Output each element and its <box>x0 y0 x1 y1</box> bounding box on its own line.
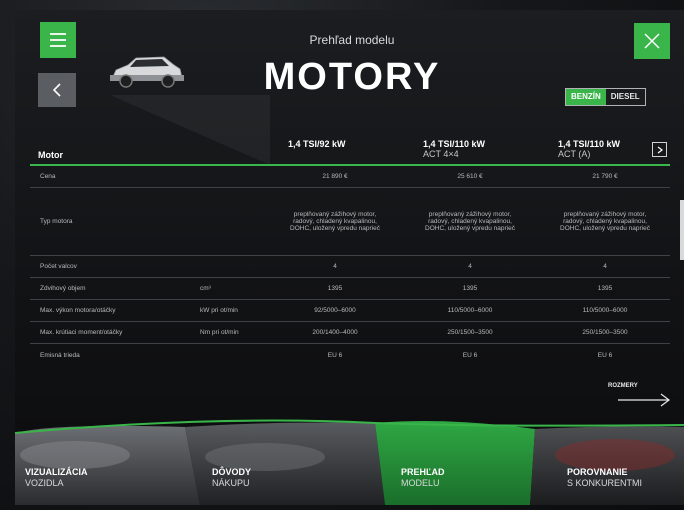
rozmery-link[interactable]: ROZMERY <box>608 383 638 389</box>
nav-dovody[interactable]: DÔVODY NÁKUPU <box>212 467 251 488</box>
next-engines-button[interactable] <box>652 142 667 157</box>
app-screen: Prehľad modelu MOTORY BENZÍN DIESEL Moto… <box>0 0 684 510</box>
scrollbar-thumb[interactable] <box>680 200 684 260</box>
fuel-benzin-tab[interactable]: BENZÍN <box>566 89 606 105</box>
fuel-diesel-tab[interactable]: DIESEL <box>605 89 645 105</box>
column-label-motor: Motor <box>38 150 63 160</box>
engine-table: Motor 1,4 TSI/92 kW 1,4 TSI/110 kW ACT 4… <box>30 136 670 366</box>
nav-vizualizacia[interactable]: VIZUALIZÁCIA VOZIDLA <box>25 467 88 488</box>
nav-background <box>15 419 684 505</box>
table-row: Cena 21 890 € 25 610 € 21 790 € <box>30 166 670 188</box>
table-row: Emisná trieda EU 6 EU 6 EU 6 <box>40 351 613 359</box>
column-header-3: 1,4 TSI/110 kW ACT (A) <box>558 139 621 159</box>
bottom-navigation: VIZUALIZÁCIA VOZIDLA DÔVODY NÁKUPU PREHĽ… <box>15 415 684 505</box>
nav-prehlad[interactable]: PREHĽAD MODELU <box>401 467 445 488</box>
close-button[interactable] <box>634 23 670 59</box>
table-row: Počet valcov 4 4 4 <box>30 256 670 278</box>
close-icon <box>644 33 660 49</box>
table-header: Motor 1,4 TSI/92 kW 1,4 TSI/110 kW ACT 4… <box>30 136 670 166</box>
column-header-1: 1,4 TSI/92 kW <box>288 139 346 149</box>
nav-porovnanie[interactable]: POROVNANIE S KONKURENTMI <box>567 467 642 488</box>
page-subtitle: Prehľad modelu <box>309 33 395 47</box>
column-header-2: 1,4 TSI/110 kW ACT 4×4 <box>423 139 486 159</box>
fuel-toggle: BENZÍN DIESEL <box>565 88 646 106</box>
table-row: Max. krútiaci moment/otáčky Nm pri ot/mi… <box>30 322 670 344</box>
chevron-right-icon <box>657 146 663 153</box>
arrow-right-icon[interactable] <box>617 392 672 408</box>
table-row: Max. výkon motora/otáčky kW pri ot/min 9… <box>30 300 670 322</box>
table-row: Zdvihový objem cm³ 1395 1395 1395 <box>30 278 670 300</box>
table-row: Typ motora preplňovaný zážihový motor, r… <box>30 188 670 256</box>
